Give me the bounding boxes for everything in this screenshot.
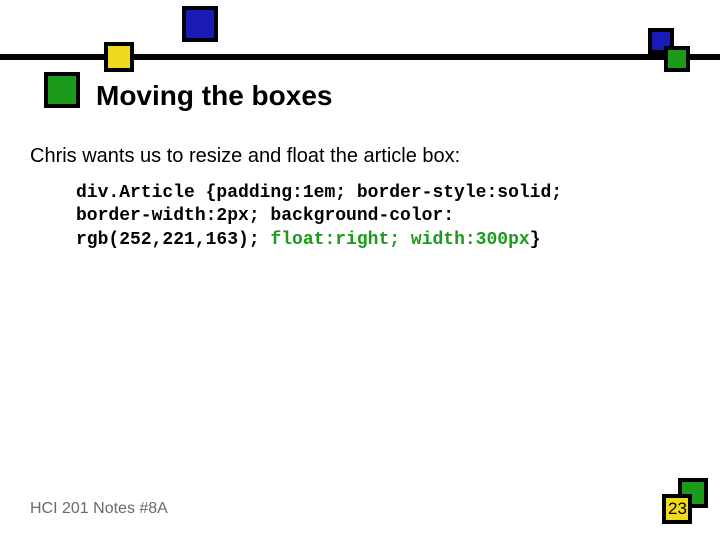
code-line-1: div.Article {padding:1em; border-style:s… <box>76 183 562 203</box>
deco-box-green <box>44 72 80 108</box>
code-example: div.Article {padding:1em; border-style:s… <box>76 182 656 252</box>
deco-box-blue <box>182 6 218 42</box>
code-line-3a: rgb(252,221,163); <box>76 230 270 250</box>
page-number: 23 <box>668 499 687 519</box>
code-line-3c: } <box>530 230 541 250</box>
slide-body: Chris wants us to resize and float the a… <box>30 145 460 168</box>
code-line-2: border-width:2px; background-color: <box>76 206 454 226</box>
deco-box-green-small <box>664 46 690 72</box>
deco-box-yellow <box>104 42 134 72</box>
code-highlight: float:right; width:300px <box>270 230 529 250</box>
slide-footer: HCI 201 Notes #8A <box>30 500 168 518</box>
slide-title: Moving the boxes <box>96 80 332 112</box>
